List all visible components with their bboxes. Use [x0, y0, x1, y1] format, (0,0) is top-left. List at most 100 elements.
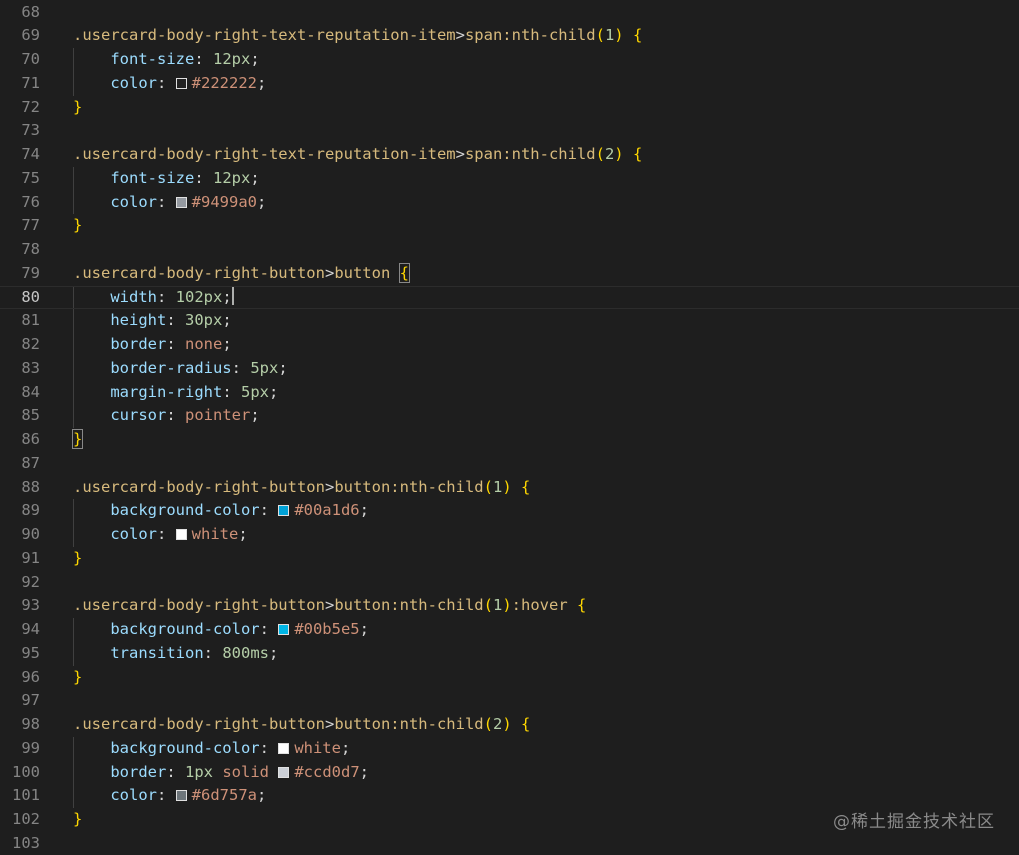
property-value: pointer	[185, 406, 251, 425]
colon: :	[157, 287, 176, 306]
code-line[interactable]: 72}	[0, 96, 1019, 120]
code-line[interactable]: 90 color: white;	[0, 523, 1019, 547]
code-line[interactable]: 89 background-color: #00a1d6;	[0, 499, 1019, 523]
close-brace: }	[73, 810, 83, 828]
property-value: 12px	[213, 168, 251, 187]
code-line[interactable]: 73	[0, 119, 1019, 143]
code-line[interactable]: 88 .usercard-body-right-button>button:nth…	[0, 476, 1019, 500]
code-line[interactable]: 94 background-color: #00b5e5;	[0, 618, 1019, 642]
code-line[interactable]: 95 transition: 800ms;	[0, 642, 1019, 666]
line-number: 69	[21, 26, 40, 45]
line-number: 68	[21, 2, 40, 21]
color-swatch-icon[interactable]	[278, 742, 290, 754]
property-name: background-color	[110, 620, 260, 638]
code-line[interactable]: 71 color: #222222;	[0, 72, 1019, 96]
code-line[interactable]: 100 border: 1px solid #ccd0d7;	[0, 761, 1019, 785]
code-line[interactable]: 79 .usercard-body-right-button>button {	[0, 262, 1019, 286]
colon: :	[157, 73, 176, 92]
line-number: 98	[21, 715, 40, 733]
code-line[interactable]: 87	[0, 452, 1019, 476]
code-line[interactable]: 80 width: 102px;	[0, 286, 1019, 310]
code-line[interactable]: 81 height: 30px;	[0, 309, 1019, 333]
code-line[interactable]: 76 color: #9499a0;	[0, 191, 1019, 215]
text-cursor	[231, 286, 234, 305]
open-brace: {	[398, 262, 411, 283]
css-selector: .usercard-body-right-button	[73, 477, 325, 496]
selector-target: button:nth-child	[334, 477, 484, 496]
semicolon: ;	[257, 786, 267, 805]
code-line[interactable]: 78	[0, 238, 1019, 262]
line-number: 77	[21, 216, 40, 235]
css-selector: .usercard-body-right-button	[73, 715, 325, 733]
code-line[interactable]: 97	[0, 689, 1019, 713]
color-swatch-icon[interactable]	[278, 766, 290, 778]
color-swatch-icon[interactable]	[278, 624, 290, 635]
paren-close: )	[614, 145, 624, 163]
color-swatch-icon[interactable]	[175, 77, 187, 89]
property-name: border	[110, 762, 167, 781]
line-code: background-color: #00b5e5;	[73, 618, 369, 642]
code-line[interactable]: 70 font-size: 12px;	[0, 48, 1019, 72]
code-line[interactable]: 93 .usercard-body-right-button>button:nth…	[0, 594, 1019, 618]
semicolon: ;	[238, 525, 248, 543]
colon: :	[259, 620, 279, 638]
colon: :	[166, 762, 185, 781]
semicolon: ;	[222, 287, 232, 306]
line-code: font-size: 12px;	[73, 48, 260, 72]
code-line[interactable]: 75 font-size: 12px;	[0, 167, 1019, 191]
code-line[interactable]: 101 color: #6d757a;	[0, 784, 1019, 808]
semicolon: ;	[257, 192, 267, 211]
code-line[interactable]: 68	[0, 1, 1019, 25]
line-number: 101	[12, 786, 40, 805]
line-code: font-size: 12px;	[73, 167, 259, 191]
code-line[interactable]: 92	[0, 571, 1019, 595]
color-swatch-icon[interactable]	[278, 505, 290, 517]
code-line[interactable]: 86}	[0, 428, 1019, 452]
code-line[interactable]: 77}	[0, 214, 1019, 238]
open-brace: {	[521, 477, 531, 496]
code-editor[interactable]: 68 69 .usercard-body-right-text-reputation…	[0, 0, 1019, 855]
color-swatch-icon[interactable]	[175, 196, 187, 208]
code-line[interactable]: 91}	[0, 547, 1019, 571]
color-swatch-icon[interactable]	[175, 790, 187, 802]
colon: :	[157, 525, 176, 543]
code-line[interactable]: 82 border: none;	[0, 333, 1019, 357]
code-line[interactable]: 69 .usercard-body-right-text-reputation-i…	[0, 24, 1019, 48]
open-brace: {	[632, 145, 643, 163]
code-line[interactable]: 103	[0, 832, 1019, 855]
property-value: #6d757a	[191, 786, 257, 805]
semicolon: ;	[250, 50, 260, 68]
css-selector: .usercard-body-right-button	[73, 596, 325, 615]
semicolon: ;	[269, 643, 279, 662]
property-name: border-radius	[110, 358, 232, 377]
nth-child-argument: 1	[604, 26, 615, 45]
line-number: 83	[21, 358, 40, 377]
code-line[interactable]: 96}	[0, 666, 1019, 690]
property-value: #00b5e5	[294, 620, 360, 638]
code-line[interactable]: 84 margin-right: 5px;	[0, 381, 1019, 405]
code-line[interactable]: 99 background-color: white;	[0, 737, 1019, 761]
close-brace: }	[71, 429, 84, 449]
property-value: #9499a0	[191, 192, 257, 211]
property-value: #222222	[191, 73, 257, 92]
colon: :	[222, 382, 241, 401]
selector-target: button	[334, 263, 391, 282]
color-swatch-icon[interactable]	[175, 529, 187, 540]
nth-child-argument: 2	[492, 715, 503, 733]
code-line[interactable]: 98 .usercard-body-right-button>button:nth…	[0, 713, 1019, 737]
line-number: 73	[21, 121, 40, 140]
line-number: 72	[21, 97, 40, 116]
code-line[interactable]: 83 border-radius: 5px;	[0, 357, 1019, 381]
line-number: 93	[21, 596, 40, 615]
property-name: background-color	[110, 501, 260, 520]
line-number: 96	[21, 667, 40, 686]
code-line[interactable]: 85 cursor: pointer;	[0, 404, 1019, 428]
code-line[interactable]: 74 .usercard-body-right-text-reputation-i…	[0, 143, 1019, 167]
nth-child-argument: 1	[492, 477, 503, 496]
open-brace: {	[521, 715, 531, 733]
